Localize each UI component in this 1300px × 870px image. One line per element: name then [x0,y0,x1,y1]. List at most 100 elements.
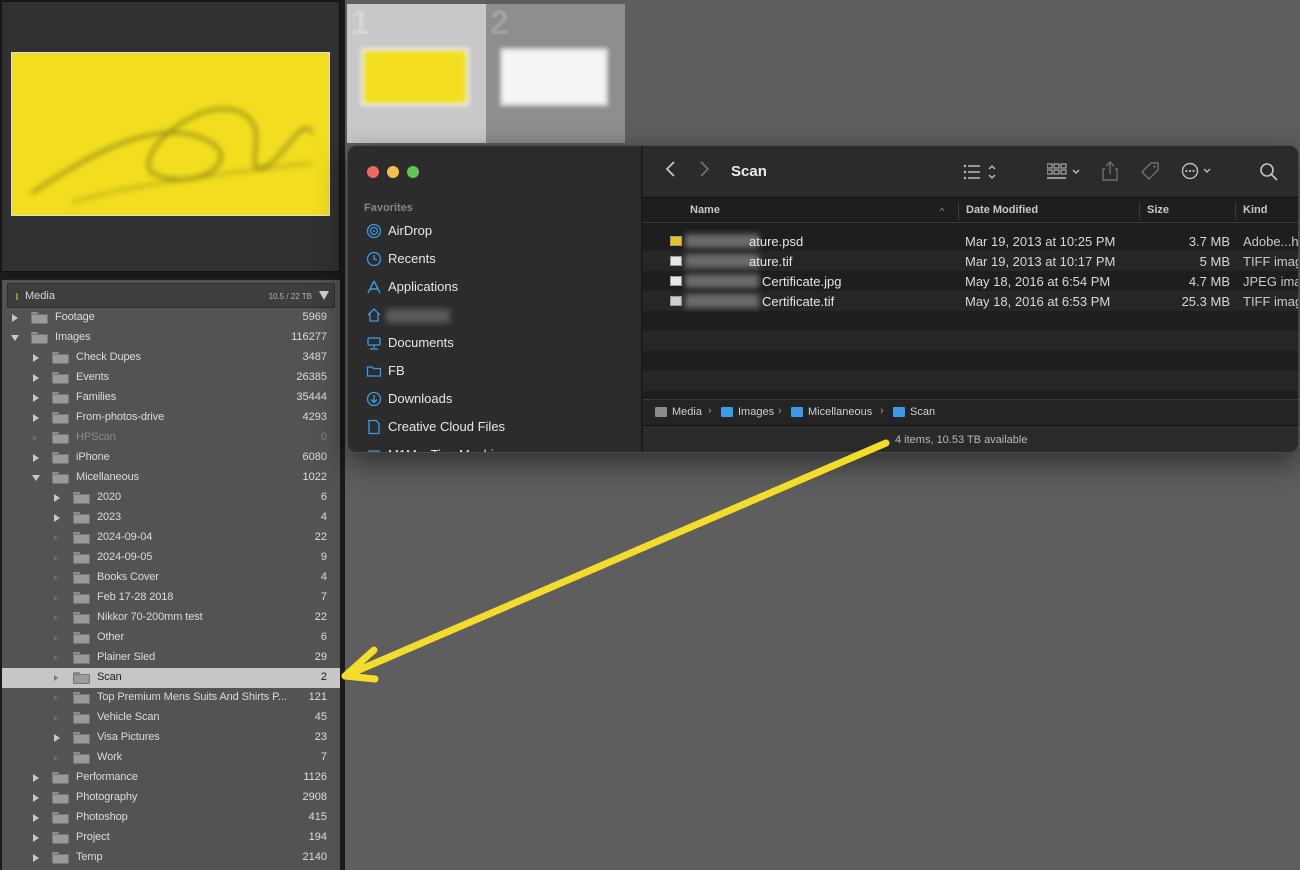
folder-row[interactable]: Books Cover 4 [2,568,340,588]
column-divider[interactable] [1139,202,1140,220]
search-icon[interactable] [1259,162,1279,182]
minimize-window-button[interactable] [387,166,399,178]
folder-row[interactable]: Feb 17-28 2018 7 [2,588,340,608]
path-crumb[interactable]: Images [738,406,774,418]
path-crumb[interactable]: Media [672,406,702,418]
back-button[interactable] [664,159,676,185]
disclosure-closed-icon[interactable] [32,373,41,383]
folder-row[interactable]: Visa Pictures 23 [2,728,340,748]
folder-row[interactable]: Vehicle Scan 45 [2,708,340,728]
column-header-size[interactable]: Size [1147,204,1169,216]
zoom-window-button[interactable] [407,166,419,178]
finder-sidebar: Favorites AirDrop Recents Applications Docu… [348,146,642,452]
folder-row[interactable]: 2024-09-05 9 [2,548,340,568]
folder-row[interactable]: Nikkor 70-200mm test 22 [2,608,340,628]
sidebar-item-home[interactable] [348,301,642,329]
sort-ascending-icon[interactable]: ^ [940,206,944,216]
column-header-kind[interactable]: Kind [1243,204,1267,216]
path-crumb[interactable]: Micellaneous [808,406,872,418]
disclosure-closed-icon[interactable] [32,773,41,783]
navigator-preview-image[interactable] [11,52,330,216]
column-header-name[interactable]: Name [690,204,720,216]
folder-row[interactable]: Other 6 [2,628,340,648]
close-window-button[interactable] [367,166,379,178]
disclosure-closed-icon[interactable] [32,793,41,803]
folder-row[interactable]: Project 194 [2,828,340,848]
sidebar-item-documents[interactable]: Documents [348,329,642,357]
file-row[interactable]: ature.tif Mar 19, 2013 at 10:17 PM 5 MB TIF… [643,251,1298,271]
folder-name: Temp [76,851,103,863]
folder-row[interactable]: Photography 2908 [2,788,340,808]
folder-row[interactable]: 2023 4 [2,508,340,528]
sidebar-item-m1mactimemachine[interactable]: M1MacTimeMachine [348,441,642,452]
thumbnail-image[interactable] [500,48,608,106]
path-crumb[interactable]: Scan [910,406,935,418]
disclosure-open-icon[interactable] [32,473,41,483]
folder-row[interactable]: Temp 2140 [2,848,340,868]
folder-name: Work [97,751,123,763]
folder-row[interactable]: Families 35444 [2,388,340,408]
volume-header[interactable]: Media 10.5 / 22 TB [7,283,335,308]
folder-row[interactable]: Photoshop 415 [2,808,340,828]
disclosure-closed-icon[interactable] [32,413,41,423]
column-divider[interactable] [958,202,959,220]
folder-row[interactable]: Scan 2 [2,668,340,688]
volume-menu-triangle-icon[interactable] [319,291,329,300]
folder-icon [52,412,69,424]
disclosure-open-icon[interactable] [11,333,20,343]
disclosure-closed-icon[interactable] [53,513,62,523]
disclosure-closed-icon[interactable] [32,833,41,843]
folder-row[interactable]: Work 7 [2,748,340,768]
folder-row[interactable]: 2024-09-04 22 [2,528,340,548]
folder-count: 415 [308,811,327,823]
group-view-icon[interactable] [1046,163,1083,181]
sidebar-item-applications[interactable]: Applications [348,273,642,301]
sidebar-item-downloads[interactable]: Downloads [348,385,642,413]
sidebar-item-creative-cloud-files[interactable]: Creative Cloud Files [348,413,642,441]
folder-row[interactable]: Footage 5969 [2,308,340,328]
disclosure-closed-icon[interactable] [11,313,20,323]
list-view-icon[interactable] [963,163,999,181]
folder-row[interactable]: Events 26385 [2,368,340,388]
folder-count: 6 [320,631,327,643]
folder-row[interactable]: Performance 1126 [2,768,340,788]
folder-row[interactable]: From-photos-drive 4293 [2,408,340,428]
disclosure-closed-icon[interactable] [32,453,41,463]
disclosure-closed-icon[interactable] [32,393,41,403]
column-header-date[interactable]: Date Modified [966,204,1038,216]
folder-row[interactable]: Plainer Sled 29 [2,648,340,668]
column-header-row: Name ^ Date Modified Size Kind [643,199,1298,223]
folder-row[interactable]: Images 116277 [2,328,340,348]
folder-row[interactable]: Micellaneous 1022 [2,468,340,488]
disclosure-closed-icon[interactable] [32,813,41,823]
disclosure-closed-icon[interactable] [53,733,62,743]
folder-row[interactable]: Top Premium Mens Suits And Shirts P... 12… [2,688,340,708]
file-row[interactable]: Certificate.jpg May 18, 2016 at 6:54 PM 4.… [643,271,1298,291]
folder-icon [721,407,733,417]
file-kind: TIFF imag [1243,294,1299,309]
column-divider[interactable] [1235,202,1236,220]
folder-name: From-photos-drive [76,411,165,423]
sidebar-item-recents[interactable]: Recents [348,245,642,273]
grid-cell[interactable]: 1 [347,4,486,143]
empty-row [643,331,1298,351]
file-thumbnail-icon [670,236,682,246]
sidebar-item-airdrop[interactable]: AirDrop [348,217,642,245]
grid-cell[interactable]: 2 [486,4,625,143]
thumbnail-image[interactable] [361,48,469,106]
file-row[interactable]: Certificate.tif May 18, 2016 at 6:53 PM 25… [643,291,1299,311]
downloads-icon [366,391,382,407]
sidebar-item-fb[interactable]: FB [348,357,642,385]
more-actions-icon[interactable] [1181,161,1215,181]
disclosure-closed-icon[interactable] [32,853,41,863]
folder-row[interactable]: Check Dupes 3487 [2,348,340,368]
folder-row[interactable]: iPhone 6080 [2,448,340,468]
forward-button[interactable] [699,159,711,185]
folder-row[interactable]: HPScan 0 [2,428,340,448]
disclosure-closed-icon[interactable] [32,353,41,363]
share-icon[interactable] [1101,161,1119,181]
folder-row[interactable]: 2020 6 [2,488,340,508]
file-row[interactable]: ature.psd Mar 19, 2013 at 10:25 PM 3.7 MB A… [643,231,1298,251]
tag-icon[interactable] [1140,161,1160,181]
disclosure-closed-icon[interactable] [53,493,62,503]
